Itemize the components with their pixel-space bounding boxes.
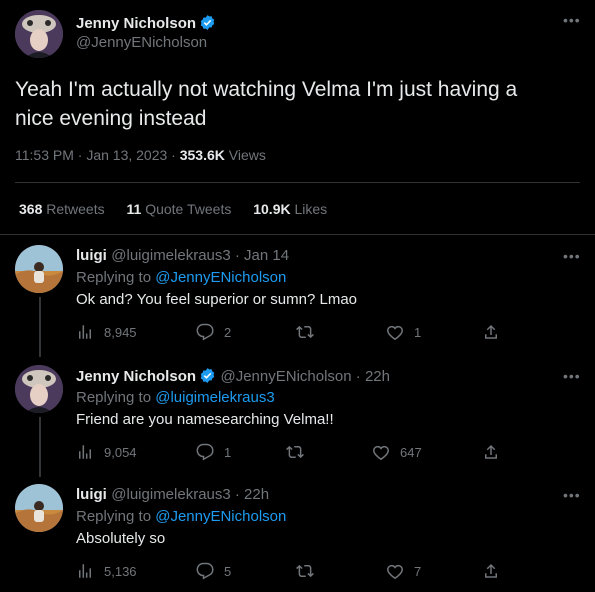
- more-icon[interactable]: •••: [563, 248, 581, 264]
- avatar[interactable]: [15, 10, 63, 58]
- views-count: 8,945: [104, 324, 137, 340]
- divider: [15, 182, 580, 183]
- reply-button[interactable]: 1: [196, 443, 231, 461]
- retweets-label: Retweets: [46, 201, 105, 217]
- likes-label: Likes: [294, 201, 328, 217]
- retweet-icon: [286, 445, 304, 459]
- reply-header: luigi @luigimelekraus3 · Jan 14: [76, 247, 289, 265]
- reply-count: 5: [224, 563, 232, 579]
- views-icon: [79, 325, 91, 339]
- author-handle[interactable]: @JennyENicholson: [76, 34, 207, 51]
- avatar[interactable]: [15, 245, 63, 293]
- views-count: 5,136: [104, 563, 137, 579]
- more-icon[interactable]: •••: [563, 368, 581, 384]
- retweet-icon: [296, 564, 314, 578]
- quotes-count: 11: [126, 201, 142, 217]
- views-count: 353.6K: [179, 147, 225, 163]
- like-icon: [387, 325, 403, 341]
- like-count: 1: [414, 324, 422, 340]
- tweet-meta: 11:53 PM · Jan 13, 2023 · 353.6K Views: [15, 147, 266, 163]
- quotes-label: Quote Tweets: [145, 201, 232, 217]
- reply-author-handle[interactable]: @luigimelekraus3 · 22h: [111, 486, 269, 503]
- reply-author-handle[interactable]: @luigimelekraus3 · Jan 14: [111, 247, 289, 264]
- more-icon[interactable]: •••: [563, 487, 581, 503]
- views-button[interactable]: 8,945: [76, 323, 137, 341]
- reply-header: Jenny Nicholson @JennyENicholson · 22h: [76, 367, 390, 386]
- share-button[interactable]: [482, 323, 500, 341]
- quotes-stat[interactable]: 11 Quote Tweets: [127, 201, 232, 217]
- author-name[interactable]: Jenny Nicholson: [76, 15, 196, 32]
- reply-author-name[interactable]: Jenny Nicholson: [76, 368, 196, 385]
- share-icon: [485, 324, 497, 339]
- retweet-icon: [296, 325, 314, 339]
- replying-to-link[interactable]: @luigimelekraus3: [155, 389, 274, 406]
- likes-stat[interactable]: 10.9K Likes: [253, 201, 327, 217]
- reply-button[interactable]: 2: [196, 323, 231, 341]
- thread-line: [39, 417, 41, 477]
- reply-text: Absolutely so: [76, 530, 166, 547]
- views-button[interactable]: 9,054: [76, 443, 137, 461]
- divider: [0, 234, 595, 235]
- replying-to-link[interactable]: @JennyENicholson: [155, 508, 286, 525]
- replying-to: Replying to @JennyENicholson: [76, 269, 286, 286]
- reply-icon: [196, 323, 214, 341]
- reply-text: Ok and? You feel superior or sumn? Lmao: [76, 291, 358, 308]
- views-icon: [79, 445, 91, 459]
- tweet-text-line: Yeah I'm actually not watching Velma I'm…: [15, 78, 518, 101]
- share-icon: [485, 444, 497, 459]
- like-icon: [373, 445, 389, 461]
- reply-button[interactable]: 5: [196, 562, 231, 580]
- like-button[interactable]: 7: [386, 562, 421, 580]
- views-button[interactable]: 5,136: [76, 562, 137, 580]
- tweet-stats: 368 Retweets 11 Quote Tweets 10.9K Likes: [19, 201, 327, 217]
- reply-author-handle[interactable]: @JennyENicholson · 22h: [220, 368, 389, 385]
- reply-author-name[interactable]: luigi: [76, 247, 107, 264]
- like-icon: [387, 564, 403, 580]
- retweet-button[interactable]: [286, 443, 314, 461]
- retweets-count: 368: [19, 201, 43, 217]
- views-label: Views: [228, 147, 266, 163]
- reply-header: luigi @luigimelekraus3 · 22h: [76, 486, 269, 504]
- reply-icon: [196, 443, 214, 461]
- like-count: 647: [400, 444, 422, 460]
- retweet-button[interactable]: [296, 562, 324, 580]
- author-line: Jenny Nicholson: [76, 14, 216, 33]
- replying-to: Replying to @JennyENicholson: [76, 508, 286, 525]
- more-icon[interactable]: •••: [563, 12, 581, 28]
- views-count: 9,054: [104, 444, 137, 460]
- tweet-text-line: nice evening instead: [15, 107, 207, 130]
- like-button[interactable]: 647: [372, 443, 422, 461]
- verified-badge-icon: [200, 368, 215, 383]
- retweet-button[interactable]: [296, 323, 324, 341]
- avatar[interactable]: [15, 365, 63, 413]
- retweets-stat[interactable]: 368 Retweets: [19, 201, 105, 217]
- verified-badge-icon: [200, 15, 215, 30]
- views-icon: [79, 564, 91, 578]
- like-count: 7: [414, 563, 422, 579]
- replying-to-link[interactable]: @JennyENicholson: [155, 269, 286, 286]
- reply-author-name[interactable]: luigi: [76, 486, 107, 503]
- share-icon: [485, 563, 497, 578]
- tweet-text: Yeah I'm actually not watching Velma I'm…: [15, 75, 517, 133]
- replying-to-label: Replying to: [76, 508, 152, 525]
- avatar[interactable]: [15, 484, 63, 532]
- reply-count: 1: [224, 444, 232, 460]
- reply-text: Friend are you namesearching Velma!!: [76, 411, 334, 428]
- share-button[interactable]: [482, 562, 500, 580]
- timestamp[interactable]: 11:53 PM · Jan 13, 2023 ·: [15, 147, 176, 163]
- reply-icon: [196, 562, 214, 580]
- replying-to-label: Replying to: [76, 269, 152, 286]
- share-button[interactable]: [482, 443, 500, 461]
- replying-to-label: Replying to: [76, 389, 152, 406]
- reply-count: 2: [224, 324, 232, 340]
- like-button[interactable]: 1: [386, 323, 421, 341]
- thread-line: [39, 297, 41, 357]
- likes-count: 10.9K: [253, 201, 291, 217]
- replying-to: Replying to @luigimelekraus3: [76, 389, 275, 406]
